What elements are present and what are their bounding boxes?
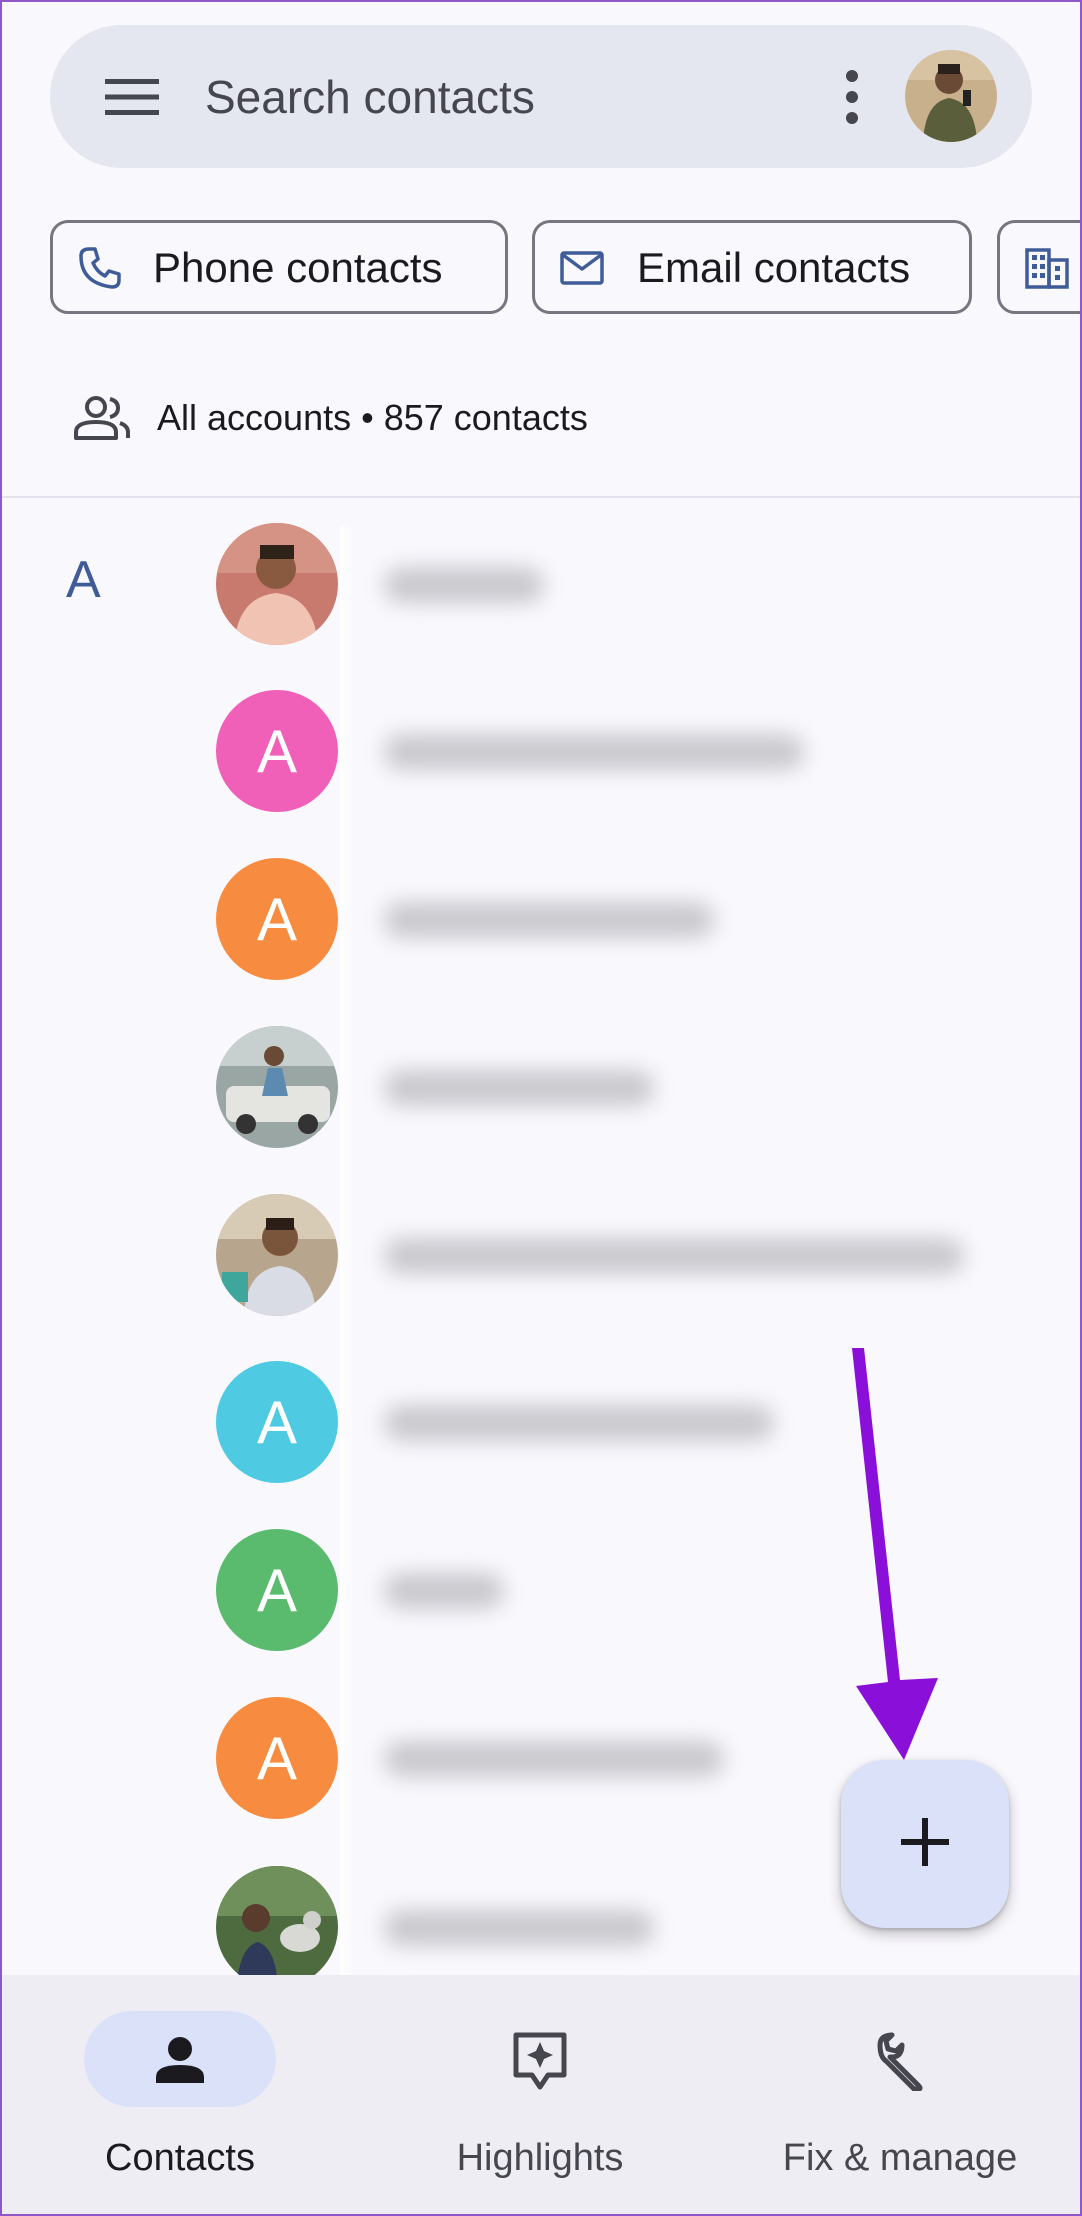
- contact-row[interactable]: [216, 1026, 1046, 1148]
- account-avatar[interactable]: [905, 50, 997, 142]
- phone-contacts-label: Phone contacts: [153, 244, 443, 291]
- email-contacts-label: Email contacts: [637, 244, 911, 291]
- mail-icon: [559, 245, 605, 291]
- contact-avatar-photo: [216, 1026, 338, 1148]
- business-icon: [1024, 245, 1070, 291]
- contact-avatar-letter: A: [216, 858, 338, 980]
- nav-fix-and-manage[interactable]: Fix & manage: [720, 1975, 1080, 2216]
- add-icon: [895, 1812, 955, 1877]
- person-icon: [150, 2031, 210, 2091]
- contact-name-blurred: [384, 902, 714, 938]
- contact-name-blurred: [384, 1910, 654, 1946]
- nav-highlights[interactable]: Highlights: [360, 1975, 720, 2216]
- nav-highlights-label: Highlights: [456, 2137, 624, 2179]
- contact-avatar-letter: A: [216, 1529, 338, 1651]
- contact-row[interactable]: A: [216, 858, 1046, 980]
- contact-avatar-letter: A: [216, 690, 338, 812]
- contact-name-blurred: [384, 567, 544, 603]
- company-contacts-chip[interactable]: [997, 220, 1082, 314]
- highlights-icon: [510, 2031, 570, 2091]
- accounts-summary-text: All accounts • 857 contacts: [157, 397, 588, 438]
- contact-avatar-photo: [216, 1194, 338, 1316]
- contact-name-blurred: [384, 1573, 504, 1609]
- list-divider: [0, 496, 1082, 498]
- contact-row[interactable]: A: [216, 1529, 1046, 1651]
- contact-avatar-letter: A: [216, 1697, 338, 1819]
- section-letter: A: [66, 551, 101, 609]
- nav-contacts[interactable]: Contacts: [0, 1975, 360, 2216]
- contact-row[interactable]: A: [216, 1361, 1046, 1483]
- contact-row[interactable]: [216, 523, 1046, 645]
- email-contacts-chip[interactable]: Email contacts: [532, 220, 972, 314]
- people-icon: [72, 394, 132, 442]
- bottom-navigation: Contacts Highlights Fix & manage: [0, 1975, 1082, 2216]
- contact-avatar-letter: A: [216, 1361, 338, 1483]
- add-contact-button[interactable]: [841, 1760, 1009, 1928]
- contact-row[interactable]: [216, 1194, 1046, 1316]
- contact-avatar-photo: [216, 523, 338, 645]
- search-bar[interactable]: [50, 25, 1032, 168]
- wrench-icon: [870, 2031, 930, 2092]
- contact-name-blurred: [384, 1238, 964, 1274]
- contact-name-blurred: [384, 734, 804, 770]
- contact-name-blurred: [384, 1070, 654, 1106]
- contact-name-blurred: [384, 1741, 724, 1777]
- nav-contacts-label: Contacts: [105, 2137, 255, 2179]
- hamburger-menu-icon[interactable]: [105, 77, 159, 117]
- search-input[interactable]: [205, 67, 765, 127]
- contact-row[interactable]: A: [216, 690, 1046, 812]
- more-vert-icon[interactable]: [822, 67, 882, 127]
- contact-name-blurred: [384, 1405, 774, 1441]
- phone-contacts-chip[interactable]: Phone contacts: [50, 220, 508, 314]
- nav-fix-and-manage-label: Fix & manage: [782, 2137, 1018, 2179]
- phone-icon: [77, 245, 123, 291]
- contact-avatar-photo: [216, 1866, 338, 1975]
